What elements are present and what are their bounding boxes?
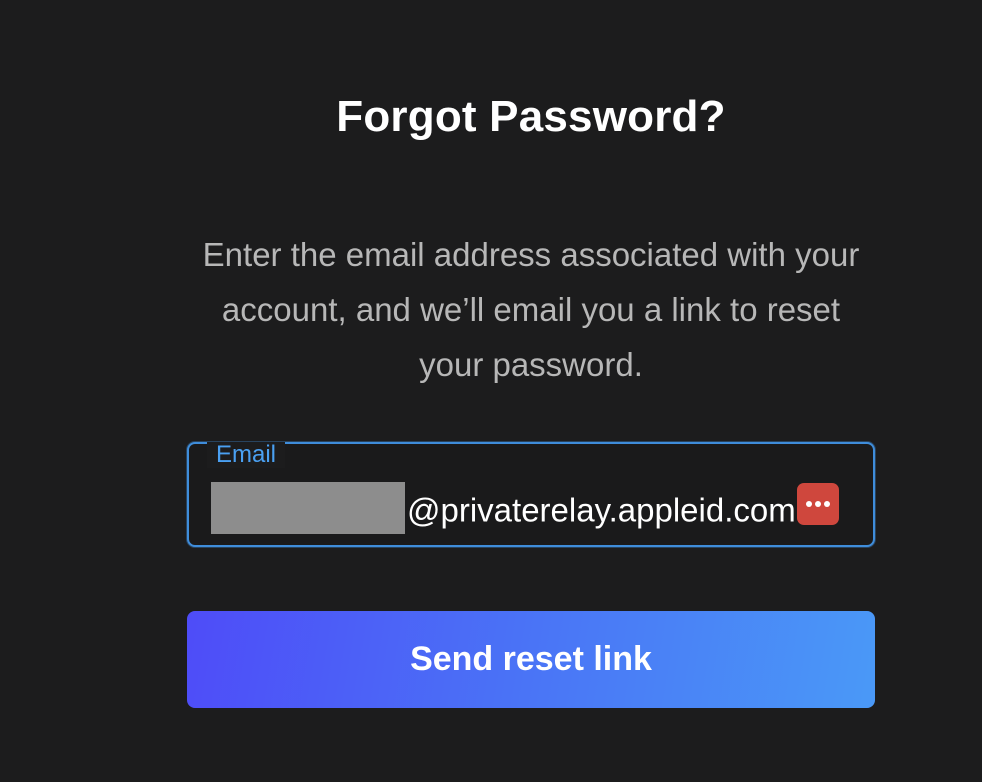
forgot-password-page: Forgot Password? Enter the email address… [0, 0, 982, 782]
email-input[interactable]: @privaterelay.appleid.com [211, 481, 851, 535]
email-label: Email [207, 442, 286, 468]
redacted-block [211, 482, 405, 535]
email-field[interactable]: Email @privaterelay.appleid.com [187, 442, 875, 547]
instructions-text: Enter the email address associated with … [202, 236, 860, 383]
email-value: @privaterelay.appleid.com [407, 491, 796, 529]
dot [806, 501, 812, 507]
more-dots-icon[interactable] [797, 483, 839, 525]
dot [824, 501, 830, 507]
send-reset-link-button[interactable]: Send reset link [187, 611, 875, 708]
dot [815, 501, 821, 507]
page-title: Forgot Password? [336, 92, 726, 141]
